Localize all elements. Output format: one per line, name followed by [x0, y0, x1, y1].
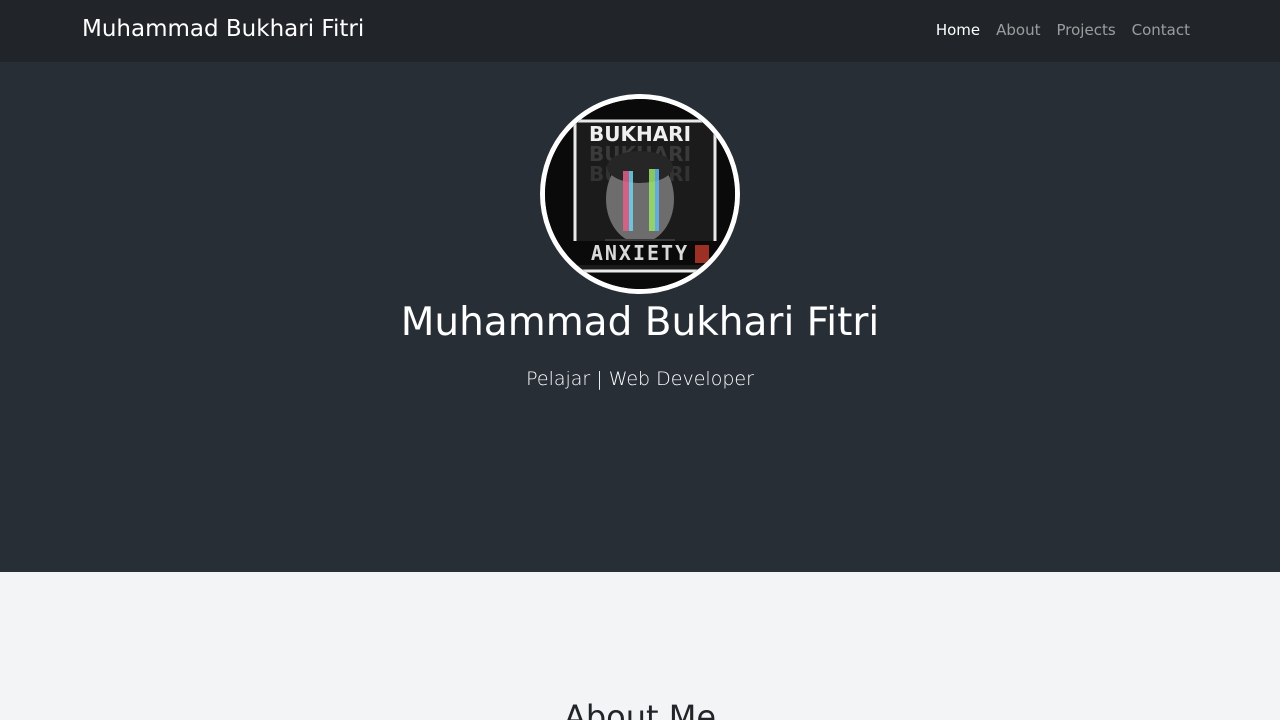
nav-link-projects[interactable]: Projects — [1049, 21, 1124, 39]
hero-wave-divider — [0, 462, 1280, 560]
nav-link-home[interactable]: Home — [928, 21, 988, 39]
nav-links: Home About Projects Contact — [928, 21, 1190, 39]
nav-link-contact[interactable]: Contact — [1124, 21, 1190, 39]
profile-avatar: BUKHARI BUKHARI BUKHARI ANXIETY — [540, 94, 740, 294]
navbar: Muhammad Bukhari Fitri Home About Projec… — [0, 0, 1280, 62]
hero-name: Muhammad Bukhari Fitri — [400, 300, 880, 345]
nav-link-about[interactable]: About — [988, 21, 1048, 39]
hero-subtitle: Pelajar | Web Developer — [526, 368, 754, 390]
avatar-text-bottom: ANXIETY — [591, 241, 689, 265]
avatar-artwork-icon: BUKHARI BUKHARI BUKHARI ANXIETY — [545, 99, 735, 289]
navbar-brand[interactable]: Muhammad Bukhari Fitri — [82, 16, 364, 42]
about-section-title: About Me — [563, 698, 717, 720]
